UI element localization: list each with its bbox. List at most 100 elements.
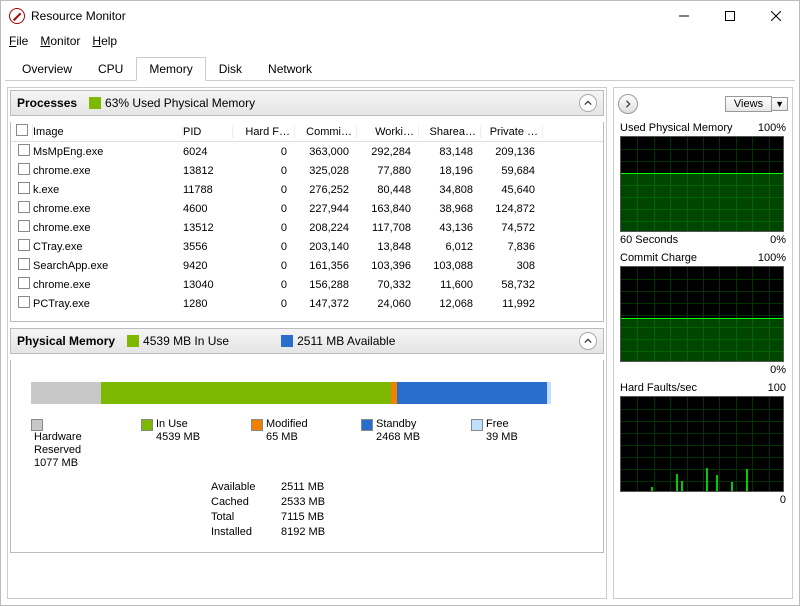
cell-hf: 0 [233,203,295,215]
row-checkbox[interactable] [18,239,30,251]
row-checkbox[interactable] [18,201,30,213]
cell-work: 13,848 [357,241,419,253]
col-pid[interactable]: PID [183,126,233,138]
menu-help[interactable]: Help [92,34,117,48]
row-checkbox[interactable] [18,163,30,175]
menu-file[interactable]: File [9,34,28,48]
row-checkbox[interactable] [18,144,30,156]
table-row[interactable]: k.exe 11788 0 276,252 80,448 34,808 45,6… [11,180,603,199]
views-dropdown[interactable]: ▼ [772,97,788,111]
col-commit[interactable]: Commi… [295,126,357,138]
memory-legend: Hardware Reserved1077 MBIn Use4539 MBMod… [31,418,583,470]
physical-memory-body: Hardware Reserved1077 MBIn Use4539 MBMod… [10,360,604,553]
cell-priv: 45,640 [481,184,543,196]
cell-pid: 3556 [183,241,233,253]
cell-work: 80,448 [357,184,419,196]
cell-hf: 0 [233,241,295,253]
cell-commit: 208,224 [295,222,357,234]
chart-commit-charge: Commit Charge100% 0% [618,252,788,376]
row-checkbox[interactable] [18,182,30,194]
cell-image: chrome.exe [33,203,183,215]
table-row[interactable]: chrome.exe 13040 0 156,288 70,332 11,600… [11,275,603,294]
row-checkbox[interactable] [18,296,30,308]
app-icon [9,8,25,24]
views-button[interactable]: Views [725,96,772,112]
table-row[interactable]: SearchApp.exe 9420 0 161,356 103,396 103… [11,256,603,275]
tab-memory[interactable]: Memory [136,57,205,81]
col-private[interactable]: Private … [481,126,543,138]
cell-pid: 6024 [183,146,233,158]
col-image[interactable]: Image [33,126,183,138]
cell-share: 6,012 [419,241,481,253]
titlebar[interactable]: Resource Monitor [1,1,799,31]
cell-share: 43,136 [419,222,481,234]
row-checkbox[interactable] [18,258,30,270]
menubar: File Monitor Help [1,31,799,51]
cell-commit: 147,372 [295,298,357,310]
tab-overview[interactable]: Overview [9,57,85,81]
collapse-toggle-processes[interactable] [579,94,597,112]
select-all-checkbox[interactable] [16,124,28,136]
maximize-button[interactable] [707,1,753,31]
close-button[interactable] [753,1,799,31]
chevron-right-icon [624,100,632,108]
available-icon [281,335,293,347]
cell-share: 12,068 [419,298,481,310]
tabs: Overview CPU Memory Disk Network [5,51,795,81]
col-shareable[interactable]: Sharea… [419,126,481,138]
table-header[interactable]: Image PID Hard F… Commi… Worki… Sharea… … [11,122,603,142]
stat-row: Cached2533 MB [211,495,583,510]
cell-priv: 209,136 [481,146,543,158]
cell-hf: 0 [233,146,295,158]
cell-commit: 227,944 [295,203,357,215]
cell-share: 83,148 [419,146,481,158]
minimize-button[interactable] [661,1,707,31]
cell-hf: 0 [233,184,295,196]
collapse-toggle-physical[interactable] [579,332,597,350]
cell-pid: 11788 [183,184,233,196]
cell-share: 38,968 [419,203,481,215]
process-table[interactable]: MsMpEng.exe 6024 0 363,000 292,284 83,14… [11,142,603,321]
tab-network[interactable]: Network [255,57,325,81]
membar-segment [31,382,101,404]
row-checkbox[interactable] [18,220,30,232]
cell-commit: 161,356 [295,260,357,272]
membar-segment [397,382,547,404]
cell-pid: 13040 [183,279,233,291]
chart-used-memory: Used Physical Memory100% 60 Seconds0% [618,122,788,246]
table-row[interactable]: chrome.exe 13812 0 325,028 77,880 18,196… [11,161,603,180]
in-use-icon [127,335,139,347]
table-row[interactable]: CTray.exe 3556 0 203,140 13,848 6,012 7,… [11,237,603,256]
cell-work: 163,840 [357,203,419,215]
table-row[interactable]: MsMpEng.exe 6024 0 363,000 292,284 83,14… [11,142,603,161]
cell-hf: 0 [233,279,295,291]
cell-priv: 308 [481,260,543,272]
nav-forward-button[interactable] [618,94,638,114]
col-working[interactable]: Worki… [357,126,419,138]
col-hardfaults[interactable]: Hard F… [233,126,295,138]
table-row[interactable]: PCTray.exe 1280 0 147,372 24,060 12,068 … [11,294,603,313]
row-checkbox[interactable] [18,277,30,289]
cell-image: chrome.exe [33,222,183,234]
cell-pid: 13812 [183,165,233,177]
physical-memory-header[interactable]: Physical Memory 4539 MB In Use 2511 MB A… [10,328,604,354]
usage-badge-icon [89,97,101,109]
chevron-up-icon [584,99,592,107]
table-row[interactable]: chrome.exe 13512 0 208,224 117,708 43,13… [11,218,603,237]
usage-badge-text: 63% Used Physical Memory [105,96,255,110]
cell-work: 292,284 [357,146,419,158]
tab-disk[interactable]: Disk [206,57,255,81]
stat-row: Available2511 MB [211,480,583,495]
cell-commit: 325,028 [295,165,357,177]
cell-hf: 0 [233,298,295,310]
cell-share: 11,600 [419,279,481,291]
window-title: Resource Monitor [31,9,661,23]
processes-header[interactable]: Processes 63% Used Physical Memory [10,90,604,116]
cell-share: 34,808 [419,184,481,196]
menu-monitor[interactable]: Monitor [40,34,80,48]
table-row[interactable]: chrome.exe 4600 0 227,944 163,840 38,968… [11,199,603,218]
tab-cpu[interactable]: CPU [85,57,136,81]
chart-hard-faults: Hard Faults/sec100 0 [618,382,788,506]
chevron-up-icon [584,337,592,345]
membar-segment [101,382,391,404]
